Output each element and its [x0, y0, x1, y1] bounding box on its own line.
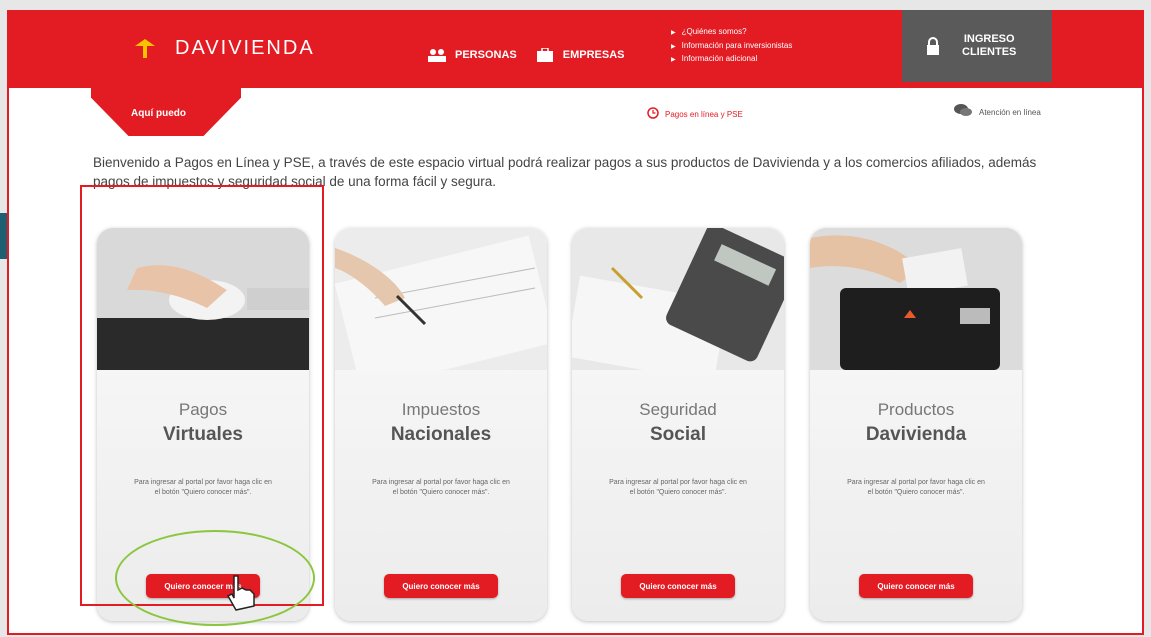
aqui-puedo-label: Aquí puedo [131, 108, 186, 119]
nav-personas[interactable]: PERSONAS [427, 48, 517, 62]
login-line1: INGRESO [963, 33, 1015, 45]
info-link-quienes[interactable]: ¿Quiénes somos? [671, 26, 792, 40]
login-button[interactable]: INGRESO CLIENTES [902, 10, 1052, 82]
card-title-light: Seguridad [639, 400, 717, 419]
people-icon [427, 48, 447, 62]
highlight-oval [115, 530, 315, 626]
card-description: Para ingresar al portal por favor haga c… [609, 479, 747, 496]
card-photo [335, 228, 547, 391]
card-title-light: Productos [877, 400, 955, 419]
lock-icon [926, 37, 940, 55]
card-description: Para ingresar al portal por favor haga c… [372, 479, 510, 496]
pagos-linea-link[interactable]: Pagos en línea y PSE [647, 107, 743, 121]
main-nav: PERSONAS EMPRESAS [427, 48, 625, 62]
card-title-bold: Nacionales [390, 424, 492, 445]
login-line2: CLIENTES [962, 46, 1017, 58]
card-productos-davivienda: Productos Davivienda Para ingresar al po… [810, 228, 1022, 621]
brand-logo[interactable]: DAVIVIENDA [133, 36, 315, 60]
nav-personas-label: PERSONAS [455, 49, 517, 61]
card-photo [572, 228, 784, 383]
brand-name: DAVIVIENDA [175, 36, 315, 59]
briefcase-icon [535, 48, 555, 62]
quiero-conocer-mas-button[interactable]: Quiero conocer más [384, 574, 498, 598]
card-impuestos-nacionales: Impuestos Nacionales Para ingresar al po… [335, 228, 547, 621]
house-roof-icon [133, 36, 157, 60]
quiero-conocer-mas-button[interactable]: Quiero conocer más [621, 574, 735, 598]
info-link-adicional[interactable]: Información adicional [671, 53, 792, 67]
chat-bubble-icon [953, 103, 973, 121]
card-title-light: Impuestos [401, 400, 481, 419]
card-title-bold: Social [650, 424, 706, 445]
atencion-linea-label: Atención en línea [979, 107, 1041, 117]
info-links: ¿Quiénes somos? Información para inversi… [671, 26, 793, 67]
quiero-conocer-mas-button[interactable]: Quiero conocer más [859, 574, 973, 598]
card-seguridad-social: Seguridad Social Para ingresar al portal… [572, 228, 784, 621]
clock-icon [647, 107, 659, 121]
card-description: Para ingresar al portal por favor haga c… [847, 479, 985, 496]
atencion-linea-link[interactable]: Atención en línea [953, 103, 1041, 121]
nav-empresas[interactable]: EMPRESAS [535, 48, 625, 62]
pagos-linea-label: Pagos en línea y PSE [665, 109, 743, 119]
hand-pointer-icon [224, 572, 264, 612]
nav-empresas-label: EMPRESAS [562, 49, 625, 61]
top-navigation-bar: DAVIVIENDA PERSONAS EMPRESAS ¿Quiénes so… [9, 10, 1142, 88]
card-title-bold: Davivienda [865, 424, 967, 445]
info-link-inversionistas[interactable]: Información para inversionistas [671, 40, 793, 54]
card-photo [810, 228, 1022, 370]
